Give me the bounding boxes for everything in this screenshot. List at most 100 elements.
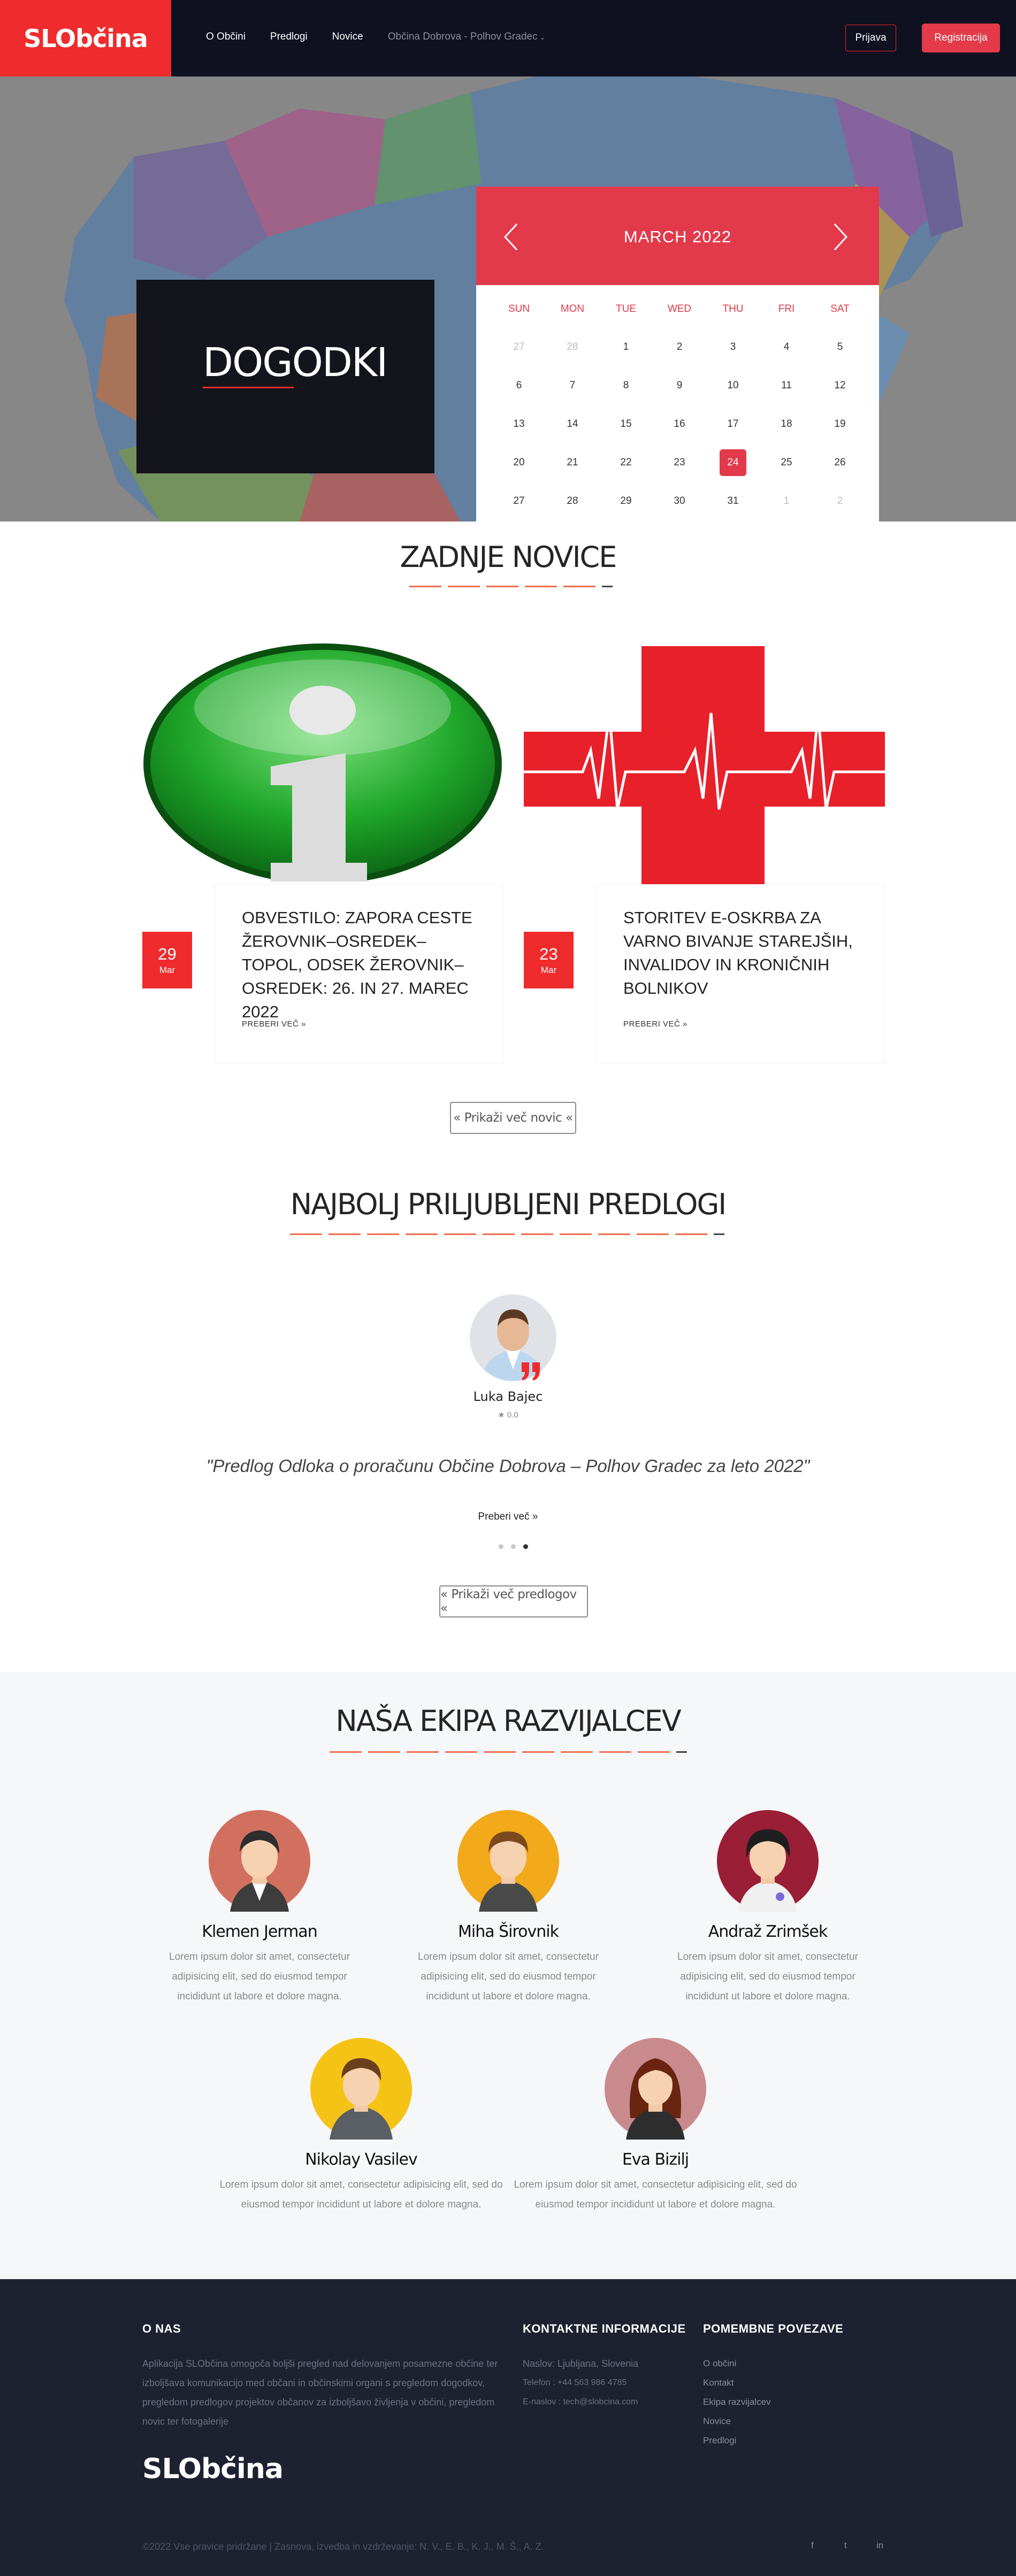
member-name: Andraž Zrimšek (708, 1922, 828, 1941)
footer-link[interactable]: Predlogi (703, 2431, 771, 2450)
calendar-day[interactable]: 21 (546, 443, 599, 482)
footer-links-title: POMEMBNE POVEZAVE (703, 2322, 844, 2335)
calendar-day[interactable]: 15 (599, 405, 653, 443)
medical-cross-image[interactable] (524, 638, 885, 884)
calendar-day[interactable]: 5 (813, 328, 867, 366)
calendar-day[interactable]: 2 (653, 328, 706, 366)
nav-item-o-obcini[interactable]: O Občini (206, 31, 246, 43)
calendar-day[interactable]: 4 (760, 328, 813, 366)
read-more-link[interactable]: PREBERI VEČ » (242, 1019, 306, 1029)
calendar-day[interactable]: 31 (706, 482, 760, 520)
member-avatar (605, 2038, 706, 2140)
nav-item-predlogi[interactable]: Predlogi (270, 31, 308, 43)
carousel-dots (499, 1544, 528, 1549)
calendar-day[interactable]: 14 (546, 405, 599, 443)
weekday-label: FRI (778, 303, 795, 315)
calendar-day[interactable]: 17 (706, 405, 760, 443)
proposal-quote: "Predlog Odloka o proračunu Občine Dobro… (206, 1456, 810, 1476)
site-logo[interactable]: SLObčina (0, 0, 171, 76)
carousel-dot[interactable] (499, 1544, 503, 1549)
calendar-day[interactable]: 9 (653, 366, 706, 405)
read-more-link[interactable]: Preberi več » (0, 1511, 1016, 1523)
calendar-weekdays: SUN MON TUE WED THU FRI SAT (492, 303, 867, 315)
show-more-news-button[interactable]: « Prikaži več novic « (450, 1102, 576, 1134)
calendar-day[interactable]: 20 (492, 443, 546, 482)
footer-about-title: O NAS (142, 2322, 181, 2335)
carousel-dot[interactable] (511, 1544, 516, 1549)
nav-item-novice[interactable]: Novice (332, 31, 363, 43)
events-title: DOGODKI (203, 340, 388, 386)
linkedin-icon[interactable]: in (876, 2540, 883, 2551)
footer-copyright: ©2022 Vse pravice pridržane | Zasnova, i… (142, 2541, 544, 2552)
author-rating: ★ 0.0 (498, 1410, 518, 1420)
member-avatar (457, 1810, 559, 1912)
calendar-day[interactable]: 8 (599, 366, 653, 405)
read-more-link[interactable]: PREBERI VEČ » (623, 1019, 687, 1029)
calendar-day[interactable]: 23 (653, 443, 706, 482)
footer-link[interactable]: Ekipa razvijalcev (703, 2393, 771, 2412)
calendar-day[interactable]: 3 (706, 328, 760, 366)
calendar-day[interactable]: 18 (760, 405, 813, 443)
calendar-day[interactable]: 26 (813, 443, 867, 482)
news-title[interactable]: STORITEV E-OSKRBA ZA VARNO BIVANJE STARE… (623, 906, 859, 1000)
news-section-title: ZADNJE NOVICE (400, 540, 617, 574)
calendar-day[interactable]: 1 (599, 328, 653, 366)
news-date-badge: 29 Mar (142, 932, 192, 988)
contact-address: Naslov: Ljubljana, Slovenia (523, 2358, 639, 2369)
calendar-day[interactable]: 19 (813, 405, 867, 443)
calendar-day[interactable]: 29 (599, 482, 653, 520)
title-divider (290, 1233, 724, 1235)
author-name: Luka Bajec (473, 1389, 543, 1404)
member-name: Eva Bizilj (622, 2150, 689, 2169)
news-body: STORITEV E-OSKRBA ZA VARNO BIVANJE STARE… (596, 884, 885, 1063)
calendar-day[interactable]: 27 (492, 482, 546, 520)
calendar-day[interactable]: 2 (813, 482, 867, 520)
info-icon-image[interactable] (142, 638, 503, 884)
footer-contact-title: KONTAKTNE INFORMACIJE (523, 2322, 686, 2335)
calendar-day[interactable]: 30 (653, 482, 706, 520)
title-divider (409, 586, 613, 587)
twitter-icon[interactable]: t (844, 2540, 847, 2551)
contact-email[interactable]: E-naslov : tech@slobcina.com (523, 2393, 694, 2412)
news-title[interactable]: OBVESTILO: ZAPORA CESTE ŽEROVNIK–OSREDEK… (242, 906, 477, 1024)
main-nav: O Občini Predlogi Novice Občina Dobrova … (206, 31, 570, 43)
footer-about-text: Aplikacija SLObčina omogoča boljši pregl… (142, 2358, 498, 2427)
register-button[interactable]: Registracija (922, 24, 1000, 52)
calendar-day[interactable]: 10 (706, 366, 760, 405)
calendar-day[interactable]: 28 (546, 328, 599, 366)
facebook-icon[interactable]: f (811, 2540, 814, 2551)
show-more-proposals-button[interactable]: « Prikaži več predlogov « (439, 1585, 588, 1617)
calendar-day[interactable]: 13 (492, 405, 546, 443)
weekday-label: MON (560, 303, 585, 315)
calendar-widget: MARCH 2022 SUN MON TUE WED THU FRI SAT 2… (476, 187, 879, 522)
footer-link[interactable]: Novice (703, 2412, 771, 2431)
member-name: Nikolay Vasilev (305, 2150, 418, 2169)
municipality-dropdown[interactable]: Občina Dobrova - Polhov Gradec ⌄ (388, 31, 546, 43)
calendar-day[interactable]: 12 (813, 366, 867, 405)
calendar-day[interactable]: 16 (653, 405, 706, 443)
footer-link[interactable]: O občini (703, 2354, 771, 2373)
team-section-title: NAŠA EKIPA RAZVIJALCEV (335, 1704, 681, 1738)
calendar-grid: 27 28 1 2 3 4 5 6 7 8 9 10 11 12 13 14 1… (492, 328, 867, 520)
calendar-day[interactable]: 6 (492, 366, 546, 405)
news-date-badge: 23 Mar (524, 932, 574, 988)
calendar-day[interactable]: 1 (760, 482, 813, 520)
calendar-day[interactable]: 27 (492, 328, 546, 366)
weekday-label: WED (667, 303, 692, 315)
member-avatar (717, 1810, 819, 1912)
calendar-day[interactable]: 7 (546, 366, 599, 405)
contact-phone: Telefon : +44 563 986 4785 (523, 2378, 627, 2387)
calendar-day[interactable]: 22 (599, 443, 653, 482)
footer-link[interactable]: Kontakt (703, 2373, 771, 2393)
carousel-dot-active[interactable] (523, 1544, 528, 1549)
calendar-day[interactable]: 28 (546, 482, 599, 520)
calendar-day[interactable]: 11 (760, 366, 813, 405)
login-button[interactable]: Prijava (845, 25, 896, 51)
author-avatar[interactable] (470, 1294, 556, 1381)
footer-logo[interactable]: SLObčina (142, 2453, 284, 2485)
calendar-day[interactable]: 25 (760, 443, 813, 482)
weekday-label: THU (722, 303, 744, 315)
calendar-day-selected[interactable]: 24 (706, 443, 760, 482)
site-footer: O NAS Aplikacija SLObčina omogoča boljši… (0, 2279, 1016, 2576)
chevron-right-icon[interactable] (829, 221, 851, 253)
